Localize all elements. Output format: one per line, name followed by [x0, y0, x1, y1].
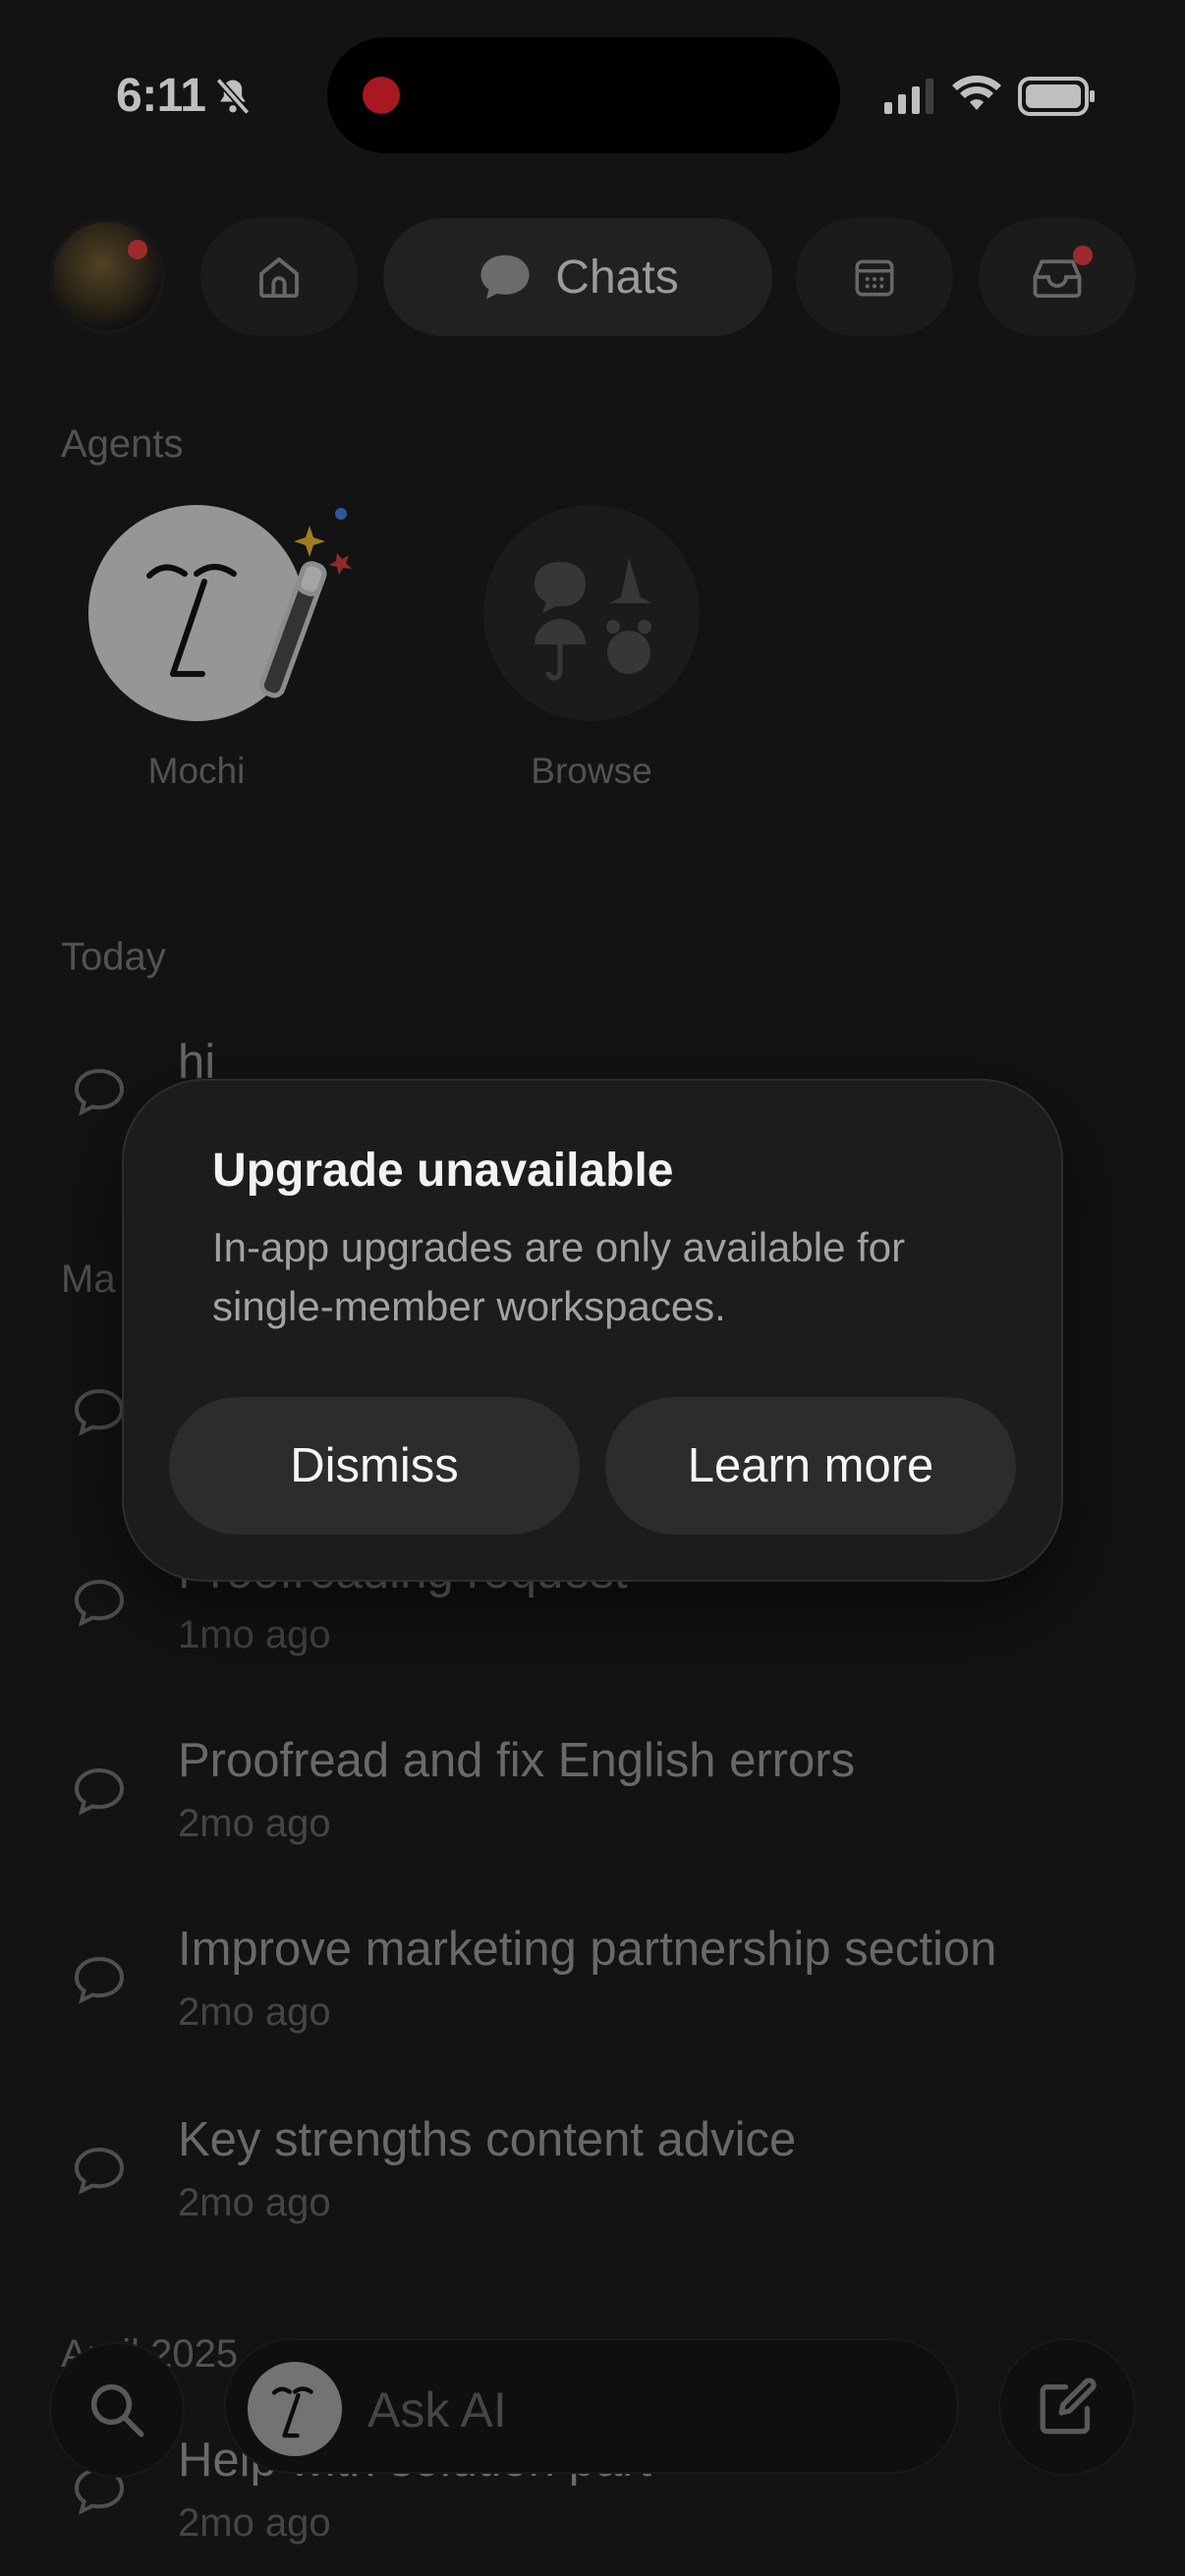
learn-more-button[interactable]: Learn more — [605, 1397, 1016, 1535]
screen: 6:11 Chats Agents Mochi Browse Today hi … — [0, 0, 1185, 2576]
dialog-message: In-app upgrades are only available for s… — [212, 1224, 906, 1329]
upgrade-unavailable-dialog: Upgrade unavailable In-app upgrades are … — [122, 1079, 1063, 1582]
dialog-title: Upgrade unavailable — [212, 1145, 674, 1197]
dismiss-button[interactable]: Dismiss — [169, 1397, 580, 1535]
